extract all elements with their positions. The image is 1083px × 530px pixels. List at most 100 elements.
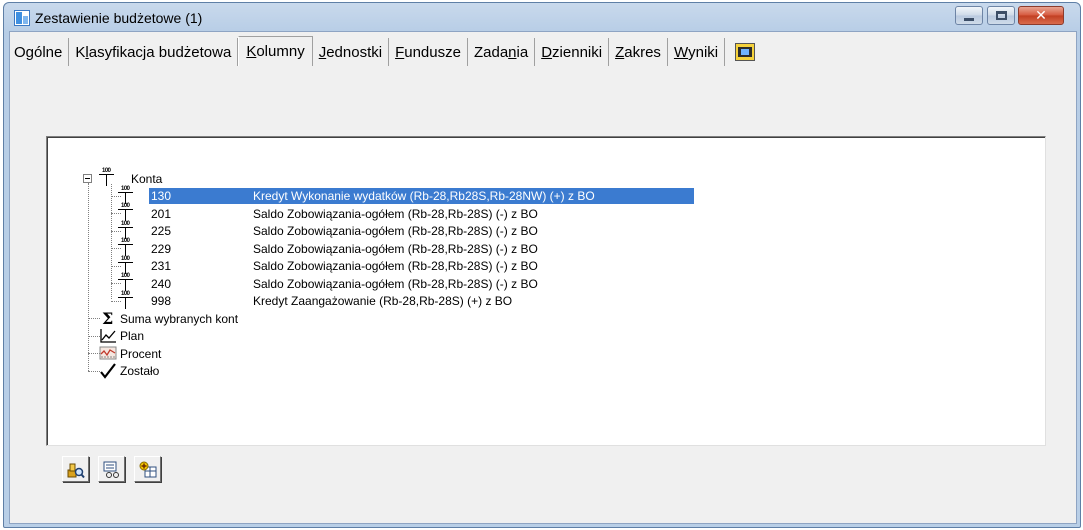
tree-connector [111, 184, 112, 299]
tree-item-label: Konta [131, 171, 163, 186]
tab-report-preview[interactable] [725, 38, 761, 66]
tab-8[interactable]: Wyniki [668, 38, 726, 66]
tab-label: undusze [404, 43, 461, 61]
account-number-icon: 100 [117, 291, 135, 309]
account-description: Saldo Zobowiązania-ogółem (Rb-28,Rb-28S)… [253, 259, 538, 273]
account-number-icon: 100 [117, 186, 135, 204]
account-code: 240 [151, 276, 172, 291]
tree-item-account[interactable]: 240 Saldo Zobowiązania-ogółem (Rb-28,Rb-2… [151, 275, 711, 292]
dialog-client-area: Ogólne Kl asyfikacja budżetowa Kolumny Jedno… [9, 31, 1077, 524]
app-icon [14, 10, 30, 26]
title-bar[interactable]: Zestawienie budżetowe (1) ✕ [4, 3, 1080, 31]
account-number-icon: 100 [117, 203, 135, 221]
tab-label: Zada [473, 43, 509, 61]
account-search-icon [67, 463, 85, 479]
account-number-icon: 100 [98, 168, 116, 186]
account-code: 201 [151, 206, 172, 221]
minimize-icon [964, 17, 974, 21]
account-description: Saldo Zobowiązania-ogółem (Rb-28,Rb-28S)… [253, 206, 538, 221]
svg-text:Σ: Σ [102, 310, 113, 326]
tree-item-konta[interactable]: Konta [131, 170, 162, 187]
tab-label: K [75, 43, 86, 61]
tab-label-mnemonic: n [508, 43, 517, 61]
add-column-button[interactable] [134, 456, 161, 482]
account-description: Saldo Zobowiązania-ogółem (Rb-28,Rb-28S)… [253, 241, 538, 256]
account-description: Kredyt Wykonanie wydatków (Rb-28,Rb28S,R… [253, 189, 595, 203]
account-number-icon: 100 [117, 256, 135, 274]
tab-label-mnemonic: Z [615, 43, 625, 61]
tab-label-mnemonic: J [318, 43, 327, 61]
account-code: 225 [151, 224, 172, 238]
tab-label: Ogólne [14, 43, 63, 61]
collapse-toggle[interactable] [83, 174, 92, 183]
tab-label-mnemonic: D [541, 43, 553, 61]
tab-4[interactable]: Fundusze [389, 38, 468, 66]
account-description: Kredyt Zaangażowanie (Rb-28,Rb-28S) (+) … [253, 294, 513, 308]
tab-label: ednostki [326, 43, 383, 61]
tab-label: zienniki [552, 43, 603, 61]
tree-item-account[interactable]: 229 Saldo Zobowiązania-ogółem (Rb-28,Rb-2… [151, 240, 711, 257]
tab-label: ia [516, 43, 529, 61]
account-number-icon: 100 [117, 238, 135, 256]
tab-7[interactable]: Zakres [609, 38, 668, 66]
tab-label: asyfikacja budżetowa [88, 43, 232, 61]
tree-item-label: Suma wybranych kont [120, 311, 239, 326]
tree-item-label: Plan [120, 329, 145, 343]
maximize-icon [995, 11, 1007, 20]
tree-item-extra[interactable]: Zostało [120, 363, 159, 380]
tree-item-extra[interactable]: Plan [120, 328, 144, 345]
icon-stem [125, 261, 126, 274]
account-code: 231 [151, 259, 172, 273]
tab-1[interactable]: Kl asyfikacja budżetowa [69, 38, 239, 66]
tree-item-label: Procent [120, 346, 162, 361]
tab-label-mnemonic: F [395, 43, 405, 61]
tab-label: yniki [688, 43, 719, 61]
sigma-icon: Σ [99, 310, 117, 326]
add-account-button[interactable] [62, 456, 89, 482]
columns-tree-panel[interactable]: 100 Konta 100 130 Kredyt Wykonanie wydatków … [46, 136, 1046, 446]
tree-item-account[interactable]: 998 Kredyt Zaangażowanie (Rb-28,Rb-28S) (… [151, 293, 711, 310]
account-code: 130 [151, 189, 172, 203]
tab-5[interactable]: Zada n ia [468, 38, 536, 66]
minimize-button[interactable] [955, 6, 983, 25]
add-table-icon [139, 461, 157, 478]
account-description: Saldo Zobowiązania-ogółem (Rb-28,Rb-28S)… [253, 224, 538, 238]
close-icon: ✕ [1035, 7, 1047, 23]
plan-chart-icon [99, 328, 117, 344]
icon-stem [125, 296, 126, 309]
tree-item-label: Zostało [120, 364, 160, 378]
column-settings-icon [103, 461, 119, 478]
account-description: Saldo Zobowiązania-ogółem (Rb-28,Rb-28S)… [253, 276, 538, 291]
app-window: Zestawienie budżetowe (1) ✕ Ogólne Kl asyf… [3, 2, 1081, 528]
tab-label: olumny [256, 43, 305, 60]
tab-3[interactable]: Jednostki [313, 38, 390, 66]
tab-label: akres [624, 43, 661, 61]
tree-item-account[interactable]: 130 Kredyt Wykonanie wydatków (Rb-28,Rb28… [151, 188, 711, 205]
checkmark-icon [99, 362, 117, 379]
tab-2[interactable]: Kolumny [238, 36, 313, 66]
maximize-button[interactable] [987, 6, 1015, 25]
tree-item-account[interactable]: 201 Saldo Zobowiązania-ogółem (Rb-28,Rb-2… [151, 205, 711, 222]
tree-item-account[interactable]: 231 Saldo Zobowiązania-ogółem (Rb-28,Rb-2… [151, 258, 711, 275]
tab-0[interactable]: Ogólne [10, 38, 70, 66]
account-code: 229 [151, 241, 172, 256]
columns-tree[interactable]: 100 Konta 100 130 Kredyt Wykonanie wydatków … [47, 137, 1045, 445]
icon-stem [125, 244, 126, 256]
tab-6[interactable]: Dzienniki [535, 38, 610, 66]
tree-item-extra[interactable]: Suma wybranych kont [120, 310, 238, 327]
icon-stem [125, 279, 126, 291]
tab-strip: Ogólne Kl asyfikacja budżetowa Kolumny Jedno… [10, 36, 761, 66]
film-preview-icon [735, 43, 756, 61]
tab-label-mnemonic: K [246, 43, 257, 60]
tree-item-extra[interactable]: Procent [120, 345, 161, 362]
tree-item-account[interactable]: 225 Saldo Zobowiązania-ogółem (Rb-28,Rb-2… [151, 223, 711, 240]
tree-connector [88, 183, 89, 371]
tab-label-mnemonic: W [673, 43, 689, 61]
icon-stem [125, 226, 126, 239]
icon-stem [125, 209, 126, 221]
icon-stem [125, 191, 126, 204]
edit-column-button[interactable] [98, 456, 125, 482]
close-button[interactable]: ✕ [1018, 6, 1064, 25]
window-title: Zestawienie budżetowe (1) [35, 10, 203, 26]
percent-chart-icon [99, 345, 117, 361]
